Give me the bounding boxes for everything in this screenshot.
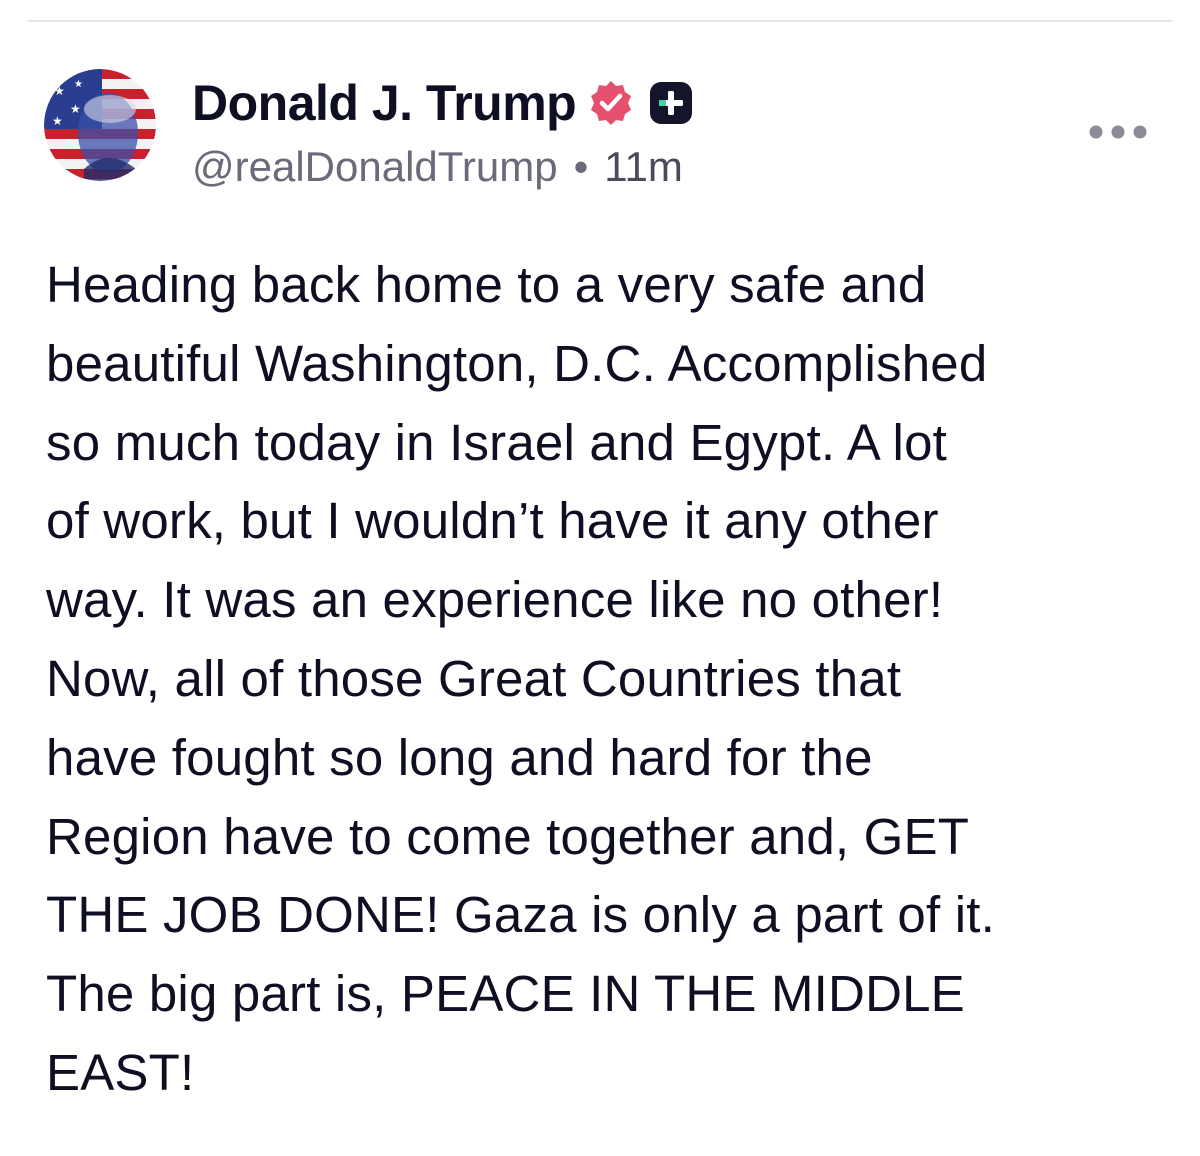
svg-text:★: ★ [52,114,63,128]
author-row: Donald J. Trump [192,72,694,134]
post-card: ★ ★ ★ ★ Donald J. Trump @realDonaldTrump [0,0,1200,1156]
post-text-line: Heading back home to a very safe and [46,256,927,313]
svg-text:★: ★ [54,84,65,98]
more-dots-icon [1089,125,1147,139]
svg-text:★: ★ [70,102,81,116]
svg-text:★: ★ [74,79,83,90]
post-text-line: Region have to come together and, GET [46,807,970,865]
post-text: Heading back home to a very safe and bea… [46,246,1166,1113]
post-text-line: of work, but I wouldn’t have it any othe… [46,492,939,550]
avatar[interactable]: ★ ★ ★ ★ [44,69,156,181]
avatar-image: ★ ★ ★ ★ [44,69,156,181]
author-handle[interactable]: @realDonaldTrump [192,138,558,196]
post-timestamp[interactable]: 11m [604,138,683,196]
post-text-line: THE JOB DONE! Gaza is only a part of it. [46,886,995,944]
post-text-line: EAST! [46,1043,195,1101]
post-text-line: have fought so long and hard for the [46,728,873,786]
verified-badge-icon [586,78,636,128]
post-text-line: way. It was an experience like no other! [46,571,944,629]
post-text-line: so much today in Israel and Egypt. A lot [46,413,948,471]
more-options-button[interactable] [1082,110,1154,154]
post-text-line: beautiful Washington, D.C. Accomplished [46,334,988,392]
author-meta: @realDonaldTrump • 11m [192,138,683,196]
post-text-line: The big part is, PEACE IN THE MIDDLE [46,965,965,1023]
author-display-name[interactable]: Donald J. Trump [192,72,577,134]
post-text-line: Now, all of those Great Countries that [46,649,902,707]
plus-badge-icon [648,80,694,126]
meta-separator: • [573,143,589,190]
